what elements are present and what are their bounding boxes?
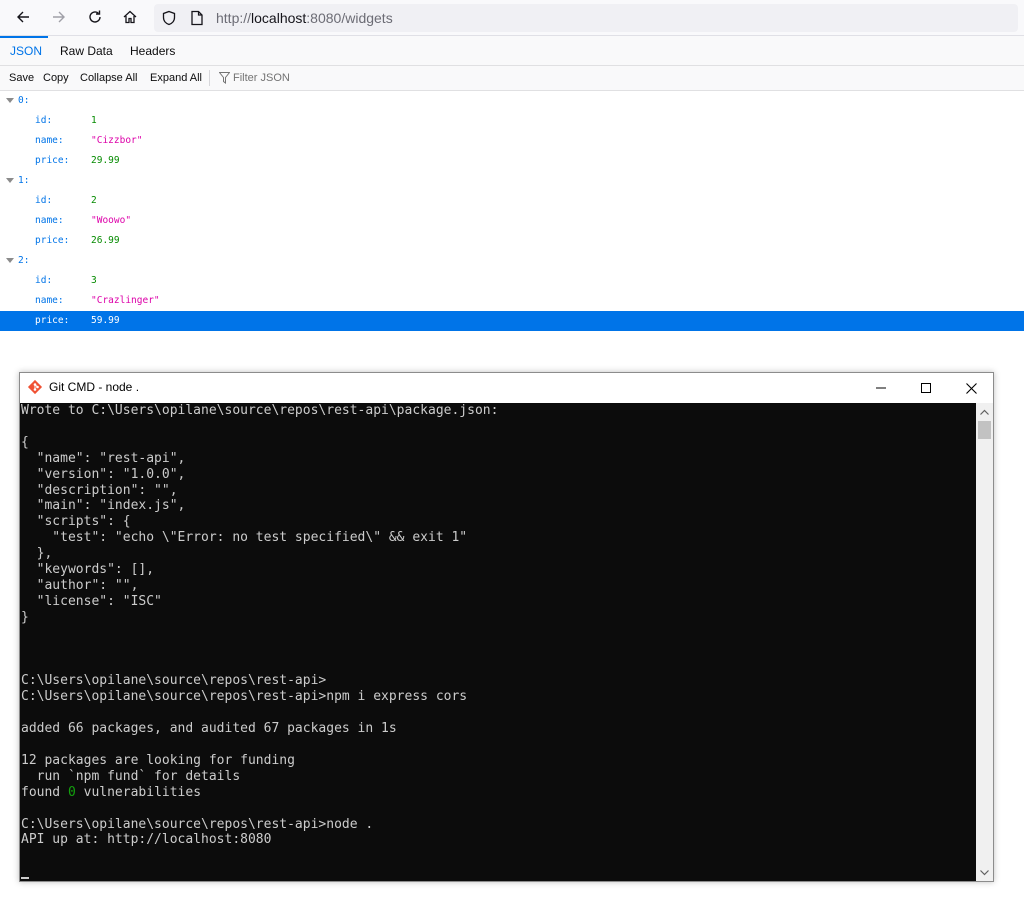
text-cursor	[21, 877, 29, 879]
expand-all-button[interactable]: Expand All	[150, 66, 202, 90]
terminal-output[interactable]: Wrote to C:\Users\opilane\source\repos\r…	[20, 403, 976, 881]
tree-row[interactable]: name: "Woowo"	[0, 211, 1024, 231]
array-index: 1:	[18, 175, 30, 186]
property-value: "Woowo"	[91, 215, 132, 226]
property-value: 2	[91, 195, 97, 206]
tree-row[interactable]: id: 1	[0, 111, 1024, 131]
filter-icon	[219, 72, 230, 84]
property-key: id:	[35, 195, 53, 206]
page-icon[interactable]	[188, 9, 206, 27]
property-key: name:	[35, 215, 64, 226]
url-path: :8080/widgets	[306, 10, 393, 26]
close-button[interactable]	[948, 373, 994, 403]
viewer-toolbar: Save Copy Collapse All Expand All Filter…	[0, 66, 1024, 91]
reload-icon[interactable]	[82, 4, 108, 30]
tree-row[interactable]: name: "Cizzbor"	[0, 131, 1024, 151]
expand-twisty-icon[interactable]	[6, 178, 14, 183]
tree-row-index[interactable]: 1:	[0, 171, 1024, 191]
expand-twisty-icon[interactable]	[6, 258, 14, 263]
browser-toolbar: http://localhost:8080/widgets	[0, 0, 1024, 36]
property-key: price:	[35, 155, 70, 166]
terminal-window[interactable]: Git CMD - node . Wrote to C:\Users\opila…	[19, 372, 994, 882]
scroll-up-icon[interactable]	[976, 403, 993, 420]
found-prefix: found	[21, 784, 68, 800]
property-key: price:	[35, 235, 70, 246]
viewer-tabs: JSON Raw Data Headers	[0, 36, 1024, 66]
tree-row[interactable]: price: 26.99	[0, 231, 1024, 251]
property-value: 59.99	[91, 315, 120, 326]
tree-row[interactable]: price: 29.99	[0, 151, 1024, 171]
minimize-button[interactable]	[858, 373, 904, 403]
tree-row[interactable]: name: "Crazlinger"	[0, 291, 1024, 311]
property-value: "Cizzbor"	[91, 135, 143, 146]
tree-row[interactable]: id: 3	[0, 271, 1024, 291]
back-icon[interactable]	[10, 4, 36, 30]
url-host: localhost	[251, 10, 307, 26]
property-value: 29.99	[91, 155, 120, 166]
scrollbar-thumb[interactable]	[978, 421, 991, 439]
home-icon[interactable]	[117, 4, 143, 30]
copy-button[interactable]: Copy	[43, 66, 69, 90]
expand-twisty-icon[interactable]	[6, 98, 14, 103]
scroll-down-icon[interactable]	[976, 864, 993, 881]
property-value: 1	[91, 115, 97, 126]
tab-raw-data[interactable]: Raw Data	[60, 36, 113, 65]
terminal-final-lines: C:\Users\opilane\source\repos\rest-api>n…	[21, 816, 374, 848]
property-key: name:	[35, 295, 64, 306]
terminal-output-lines: Wrote to C:\Users\opilane\source\repos\r…	[21, 403, 499, 784]
shield-icon[interactable]	[160, 9, 178, 27]
tree-row-index[interactable]: 0:	[0, 91, 1024, 111]
property-key: price:	[35, 315, 70, 326]
url-prefix: http://	[216, 10, 252, 26]
found-suffix: vulnerabilities	[75, 784, 202, 800]
tree-row-selected[interactable]: price: 59.99	[0, 311, 1024, 331]
json-tree: 0: id: 1 name: "Cizzbor" price: 29.99 1:…	[0, 91, 1024, 331]
property-key: name:	[35, 135, 64, 146]
window-title: Git CMD - node .	[49, 380, 140, 394]
property-key: id:	[35, 115, 53, 126]
property-key: id:	[35, 275, 53, 286]
property-value: 3	[91, 275, 97, 286]
collapse-all-button[interactable]: Collapse All	[80, 66, 137, 90]
property-value: "Crazlinger"	[91, 295, 160, 306]
save-button[interactable]: Save	[9, 66, 34, 90]
tab-json[interactable]: JSON	[10, 36, 42, 65]
filter-json-input[interactable]: Filter JSON	[233, 66, 290, 90]
address-bar[interactable]: http://localhost:8080/widgets	[154, 4, 1018, 32]
tree-row[interactable]: id: 2	[0, 191, 1024, 211]
vertical-scrollbar[interactable]	[976, 403, 993, 881]
url-text[interactable]: http://localhost:8080/widgets	[216, 10, 393, 26]
terminal-text: Wrote to C:\Users\opilane\source\repos\r…	[20, 403, 976, 848]
terminal-titlebar[interactable]: Git CMD - node .	[20, 373, 993, 403]
array-index: 0:	[18, 95, 30, 106]
git-logo-icon	[27, 379, 43, 395]
tree-row-index[interactable]: 2:	[0, 251, 1024, 271]
forward-icon[interactable]	[46, 4, 72, 30]
array-index: 2:	[18, 255, 30, 266]
tab-headers[interactable]: Headers	[130, 36, 175, 65]
property-value: 26.99	[91, 235, 120, 246]
toolbar-divider	[209, 70, 210, 86]
maximize-button[interactable]	[903, 373, 949, 403]
vulnerability-count: 0	[67, 784, 76, 800]
